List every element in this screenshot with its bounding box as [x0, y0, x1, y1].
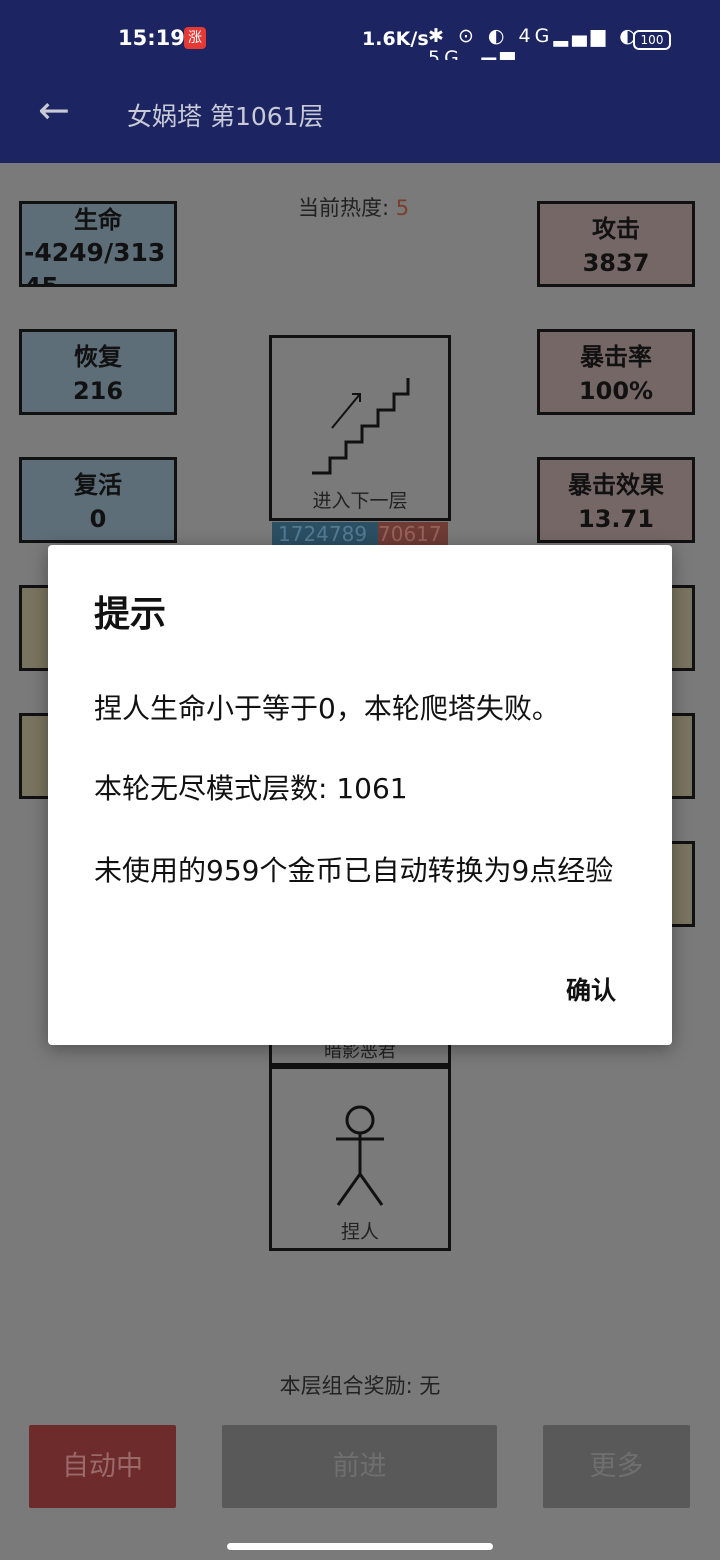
enemy-hp-blue-value: 1724789: [278, 522, 368, 546]
forward-button[interactable]: 前进: [222, 1425, 497, 1508]
stat-attack-value: 3837: [582, 249, 650, 277]
enemy-hp-red-value: 70617: [378, 522, 448, 546]
dialog-message-3: 未使用的959个金币已自动转换为9点经验: [94, 854, 614, 887]
confirm-button[interactable]: 确认: [566, 971, 616, 1007]
app-bar: ← 女娲塔 第1061层: [0, 60, 720, 163]
combo-bonus-text: 本层组合奖励: 无: [279, 1374, 441, 1398]
status-time: 15:19: [118, 26, 185, 50]
stat-revive: 复活 0: [19, 457, 177, 543]
stat-crit-rate: 暴击率 100%: [537, 329, 695, 415]
more-button[interactable]: 更多: [543, 1425, 690, 1508]
back-arrow-icon[interactable]: ←: [38, 90, 70, 130]
stat-crit-effect-value: 13.71: [578, 505, 654, 533]
dialog-message-2: 本轮无尽模式层数: 1061: [94, 772, 408, 805]
stat-life-value: -4249/31345: [24, 238, 166, 287]
page-title: 女娲塔 第1061层: [127, 102, 324, 131]
alert-dialog: 提示 捏人生命小于等于0，本轮爬塔失败。 本轮无尽模式层数: 1061 未使用的…: [48, 545, 672, 1045]
stat-regen: 恢复 216: [19, 329, 177, 415]
dialog-title: 提示: [94, 594, 167, 635]
enemy-hp-bar: 1724789 70617: [272, 522, 448, 546]
stat-attack-label: 攻击: [592, 215, 640, 243]
heat-indicator: 当前热度: 5: [298, 192, 409, 222]
hero-card[interactable]: 捏人: [269, 1066, 451, 1251]
home-indicator[interactable]: [227, 1543, 493, 1550]
stat-crit-effect-label: 暴击效果: [568, 471, 664, 499]
notification-badge-icon: 涨: [184, 27, 206, 49]
next-floor-label: 进入下一层: [312, 490, 408, 512]
stat-revive-value: 0: [89, 505, 107, 533]
stat-attack: 攻击 3837: [537, 201, 695, 287]
enemy-name: 暗影恶君: [269, 1042, 451, 1066]
battery-icon: 100: [633, 30, 671, 50]
stick-figure-icon: [336, 1105, 384, 1206]
stat-regen-label: 恢复: [74, 343, 122, 371]
stat-crit-rate-label: 暴击率: [580, 343, 652, 371]
hero-label: 捏人: [340, 1221, 379, 1243]
stat-crit-rate-value: 100%: [578, 377, 654, 405]
heat-value: 5: [395, 196, 410, 220]
dialog-message-1: 捏人生命小于等于0，本轮爬塔失败。: [94, 692, 560, 725]
stairs-icon: [312, 378, 410, 475]
stat-crit-effect: 暴击效果 13.71: [537, 457, 695, 543]
network-speed: 1.6K/s: [362, 28, 429, 50]
heat-label: 当前热度:: [298, 196, 390, 220]
stat-life-label: 生命: [74, 206, 122, 234]
stat-regen-value: 216: [72, 377, 124, 405]
next-floor-card[interactable]: 进入下一层: [269, 335, 451, 521]
auto-button[interactable]: 自动中: [29, 1425, 176, 1508]
stat-life: 生命 -4249/31345: [19, 201, 177, 287]
stat-revive-label: 复活: [74, 471, 122, 499]
status-bar: 15:19 涨 1.6K/s ✱ ⊙ ◐ 4G▂▄▆ ◐ 5G▂▄▆ 100: [0, 0, 720, 69]
